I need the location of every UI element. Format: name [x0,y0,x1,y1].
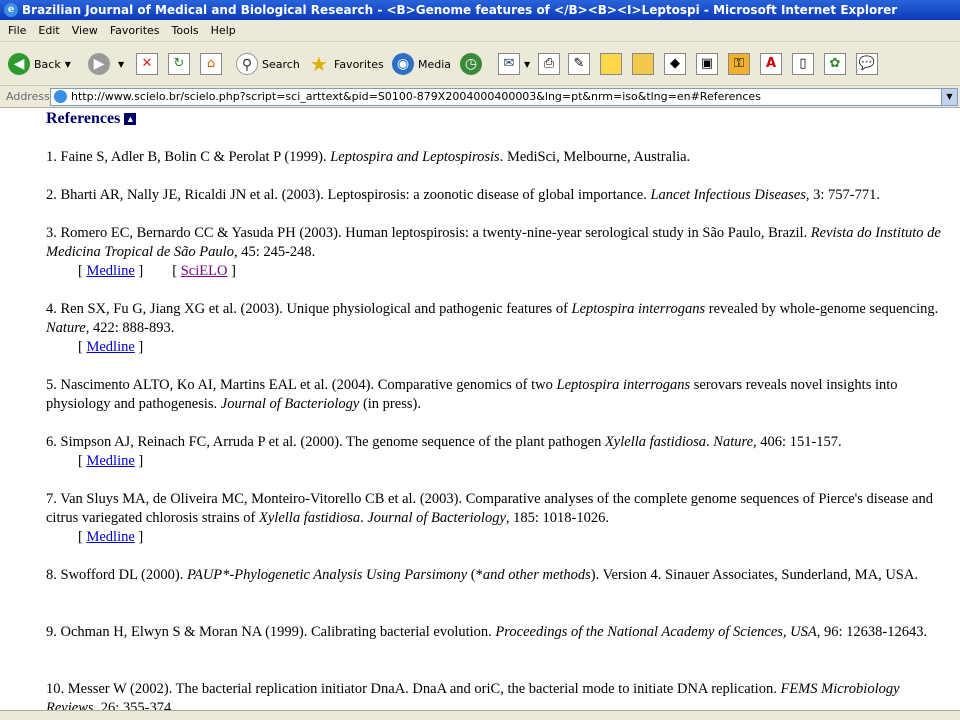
device-button[interactable]: ▯ [792,50,814,78]
edit-icon: ✎ [568,53,590,75]
page-content: References ▲ 1. Faine S, Adler B, Bolin C… [0,108,960,710]
ie-logo-icon: e [4,3,18,17]
medline-link[interactable]: Medline [86,263,134,279]
back-arrow-icon: ◀ [8,53,30,75]
document-button[interactable]: A [760,50,782,78]
history-icon: ◷ [460,53,482,75]
chevron-down-icon[interactable]: ▼ [118,60,124,69]
reference-1: 1. Faine S, Adler B, Bolin C & Perolat P… [46,149,691,165]
address-bar: Address http://www.scielo.br/scielo.php?… [0,86,960,108]
medline-link[interactable]: Medline [86,453,134,469]
refresh-button[interactable]: ↻ [168,50,190,78]
back-button[interactable]: ◀ Back ▼ [8,50,71,78]
refresh-icon: ↻ [168,53,190,75]
key-icon: ⚿ [728,53,750,75]
search-button[interactable]: ⚲ Search [236,50,300,78]
scielo-link[interactable]: SciELO [181,263,228,279]
messenger-icon: ◆ [664,53,686,75]
edit-button[interactable]: ✎ [568,50,590,78]
menu-file[interactable]: File [0,20,32,42]
medline-link[interactable]: Medline [86,339,134,355]
discuss-icon: 💬 [856,53,878,75]
key-button[interactable]: ⚿ [728,50,750,78]
history-button[interactable]: ◷ [460,50,486,78]
print-button[interactable]: ⎙ [538,50,560,78]
menu-favorites[interactable]: Favorites [104,20,166,42]
reference-7: 7. Van Sluys MA, de Oliveira MC, Monteir… [46,491,933,526]
media-globe-icon: ◉ [392,53,414,75]
mail-icon: ✉ [498,53,520,75]
window-title-bar: e Brazilian Journal of Medical and Biolog… [0,0,960,20]
search-icon: ⚲ [236,53,258,75]
chevron-down-icon[interactable]: ▼ [65,60,71,69]
document-icon: A [760,53,782,75]
messenger-button[interactable]: ◆ [664,50,686,78]
window-title: Brazilian Journal of Medical and Biologi… [22,3,898,17]
menu-bar: File Edit View Favorites Tools Help [0,20,960,42]
menu-help[interactable]: Help [205,20,242,42]
reference-5: 5. Nascimento ALTO, Ko AI, Martins EAL e… [46,377,898,412]
stop-button[interactable]: ✕ [136,50,158,78]
chevron-down-icon[interactable]: ▼ [941,89,957,105]
reference-3: 3. Romero EC, Bernardo CC & Yasuda PH (2… [46,225,941,260]
reference-6: 6. Simpson AJ, Reinach FC, Arruda P et a… [46,434,842,450]
forward-arrow-icon: ▶ [88,53,110,75]
menu-view[interactable]: View [66,20,104,42]
chevron-down-icon[interactable]: ▼ [524,60,530,69]
reference-3-links: [ Medline ] [ SciELO ] [78,263,236,279]
favorites-button[interactable]: ★ Favorites [308,50,384,78]
home-icon: ⌂ [200,53,222,75]
page-icon [54,90,67,103]
plugin-icon: ✿ [824,53,846,75]
monitor-button[interactable]: ▣ [696,50,718,78]
status-bar [0,710,960,720]
note-button[interactable] [600,50,622,78]
note-icon [600,53,622,75]
reference-9: 9. Ochman H, Elwyn S & Moran NA (1999). … [46,624,928,640]
menu-edit[interactable]: Edit [32,20,65,42]
reference-6-links: [ Medline ] [78,453,144,469]
device-icon: ▯ [792,53,814,75]
reference-4: 4. Ren SX, Fu G, Jiang XG et al. (2003).… [46,301,939,336]
reference-8: 8. Swofford DL (2000). PAUP*-Phylogeneti… [46,567,918,583]
folder-button[interactable] [632,50,654,78]
reference-10: 10. Messer W (2002). The bacterial repli… [46,681,900,710]
media-button[interactable]: ◉ Media [392,50,451,78]
plugin-button[interactable]: ✿ [824,50,846,78]
mail-button[interactable]: ✉ ▼ [498,50,530,78]
star-icon: ★ [310,52,328,76]
stop-icon: ✕ [136,53,158,75]
print-icon: ⎙ [538,53,560,75]
references-heading: References ▲ [46,110,137,127]
discuss-button[interactable]: 💬 [856,50,878,78]
home-button[interactable]: ⌂ [200,50,222,78]
back-to-top-icon[interactable]: ▲ [124,113,137,126]
monitor-icon: ▣ [696,53,718,75]
forward-button[interactable]: ▶ ▼ [88,50,124,78]
address-label: Address [6,90,50,103]
address-input[interactable]: http://www.scielo.br/scielo.php?script=s… [50,88,958,106]
reference-7-links: [ Medline ] [78,529,144,545]
medline-link[interactable]: Medline [86,529,134,545]
menu-tools[interactable]: Tools [166,20,205,42]
address-url: http://www.scielo.br/scielo.php?script=s… [71,90,761,103]
toolbar: ◀ Back ▼ ▶ ▼ ✕ ↻ ⌂ ⚲ Search ★ Favorites ◉ Medi… [0,42,960,86]
reference-2: 2. Bharti AR, Nally JE, Ricaldi JN et al… [46,187,881,203]
folder-icon [632,53,654,75]
reference-4-links: [ Medline ] [78,339,144,355]
